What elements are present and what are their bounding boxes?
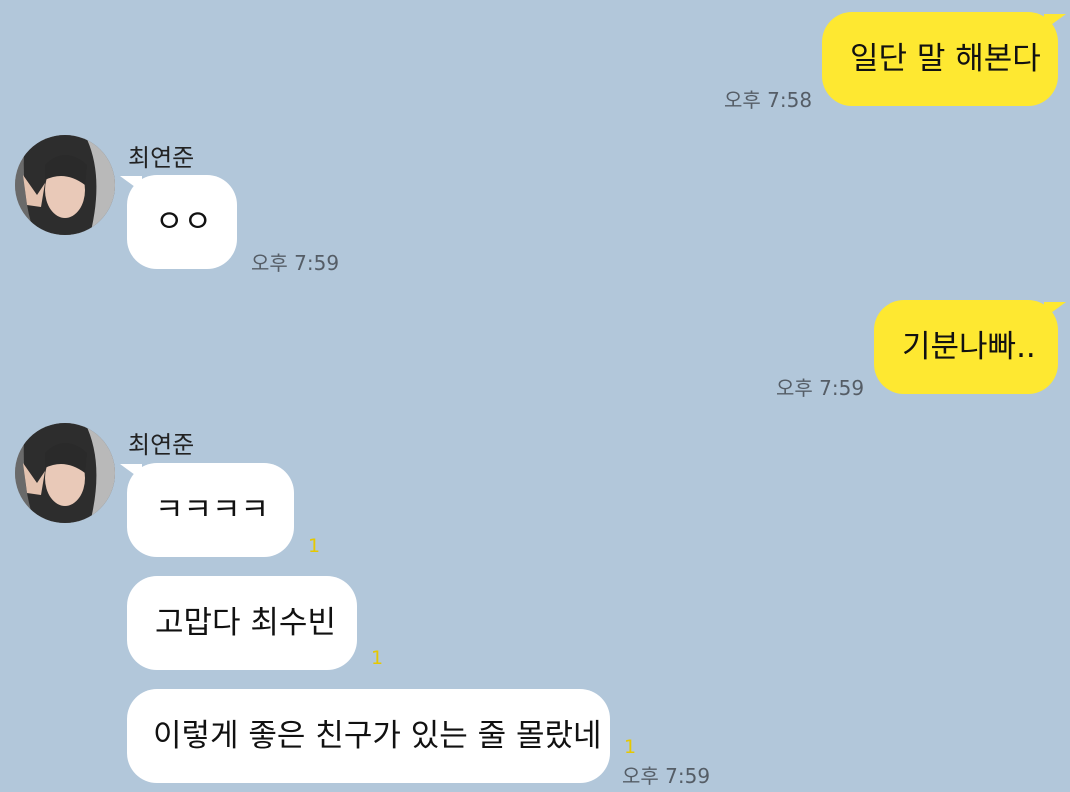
avatar[interactable] xyxy=(15,423,115,523)
bubble-tail xyxy=(1044,14,1066,30)
message-text: ㅋㅋㅋㅋ xyxy=(155,491,270,528)
sender-name: 최연준 xyxy=(128,144,195,172)
message-bubble[interactable]: 기분나빠.. xyxy=(874,300,1058,394)
message-text: 일단 말 해본다 xyxy=(850,40,1041,77)
message-bubble[interactable]: 고맙다 최수빈 xyxy=(127,576,357,670)
message-bubble[interactable]: ㅋㅋㅋㅋ xyxy=(127,463,294,557)
chat-room: 일단 말 해본다 오후 7:58 최연준 ㅇㅇ 오후 7:59 기분나빠.. 오… xyxy=(0,0,1070,792)
unread-count: 1 xyxy=(371,647,384,669)
message-bubble[interactable]: ㅇㅇ xyxy=(127,175,237,269)
message-text: 이렇게 좋은 친구가 있는 줄 몰랐네 xyxy=(153,717,602,754)
message-bubble[interactable]: 이렇게 좋은 친구가 있는 줄 몰랐네 xyxy=(127,689,610,783)
profile-photo-icon xyxy=(15,423,115,523)
message-time: 오후 7:59 xyxy=(251,251,340,275)
bubble-tail xyxy=(1044,302,1066,318)
avatar[interactable] xyxy=(15,135,115,235)
unread-count: 1 xyxy=(624,736,637,758)
message-text: ㅇㅇ xyxy=(155,203,213,240)
sender-name: 최연준 xyxy=(128,431,195,459)
message-time: 오후 7:59 xyxy=(776,376,865,400)
message-text: 기분나빠.. xyxy=(902,328,1036,365)
message-bubble[interactable]: 일단 말 해본다 xyxy=(822,12,1058,106)
profile-photo-icon xyxy=(15,135,115,235)
message-time: 오후 7:58 xyxy=(724,88,813,112)
message-time: 오후 7:59 xyxy=(622,764,711,788)
message-text: 고맙다 최수빈 xyxy=(155,604,336,641)
unread-count: 1 xyxy=(308,535,321,557)
